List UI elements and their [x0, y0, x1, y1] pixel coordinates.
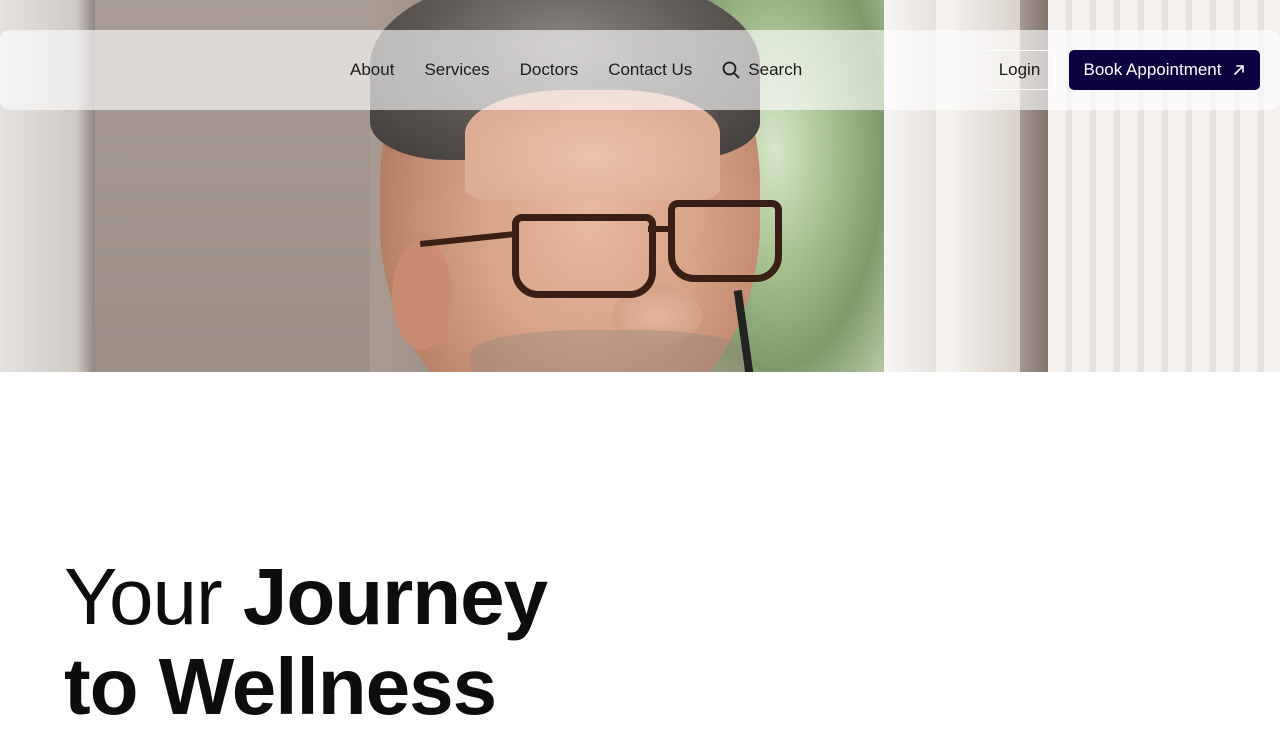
nav-link-about[interactable]: About	[335, 60, 409, 80]
nav-links: About Services Doctors Contact Us Search	[335, 30, 802, 110]
login-button[interactable]: Login	[984, 50, 1056, 90]
nav-link-doctors[interactable]: Doctors	[505, 60, 594, 80]
page-headline: Your Journey to Wellness	[64, 552, 548, 732]
top-navigation: About Services Doctors Contact Us Search…	[0, 30, 1280, 110]
search-button[interactable]: Search	[707, 60, 802, 80]
login-label: Login	[998, 60, 1041, 79]
headline-to-wellness: to Wellness	[64, 642, 497, 731]
headline-your: Your	[64, 552, 223, 641]
nav-link-contact-us[interactable]: Contact Us	[593, 60, 707, 80]
book-appointment-button[interactable]: Book Appointment	[1069, 50, 1260, 90]
nav-link-services[interactable]: Services	[409, 60, 504, 80]
search-icon	[722, 61, 740, 79]
book-appointment-label: Book Appointment	[1083, 60, 1222, 79]
headline-journey: Journey	[242, 552, 548, 641]
search-label: Search	[748, 60, 803, 79]
arrow-up-right-icon	[1234, 65, 1245, 75]
